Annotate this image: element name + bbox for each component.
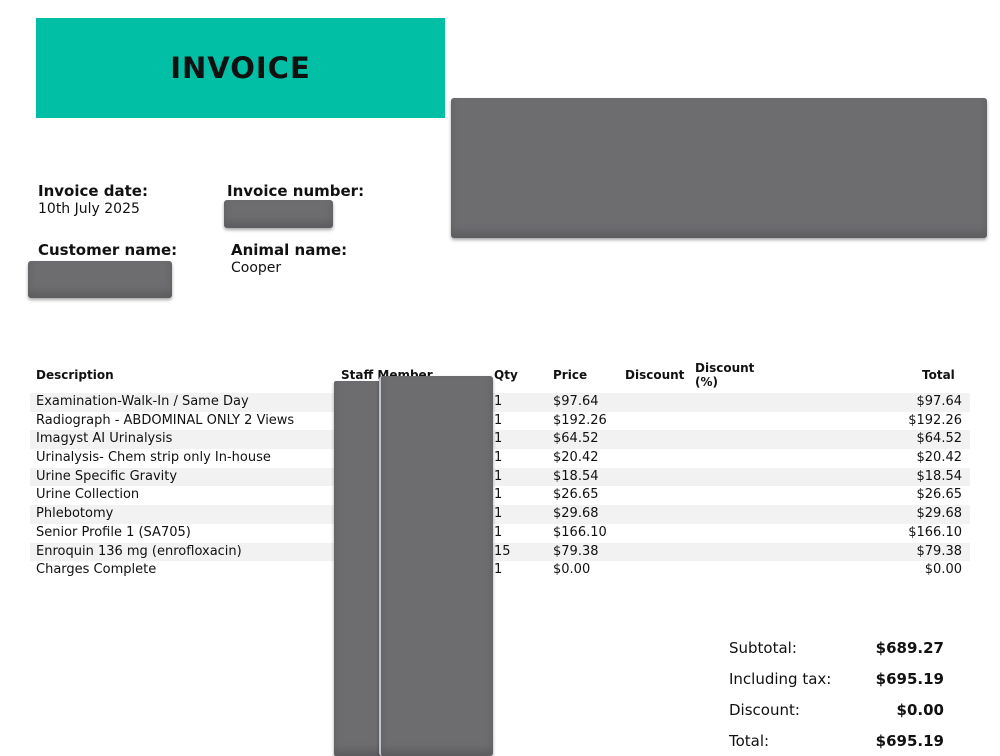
redacted-staff-column-b: [379, 376, 493, 756]
row-total: $64.52: [916, 431, 963, 447]
row-description: Urinalysis- Chem strip only In-house: [36, 450, 271, 466]
row-qty: 15: [494, 543, 511, 559]
row-price: $97.64: [553, 394, 599, 409]
row-price: $20.42: [553, 450, 599, 466]
row-total: $192.26: [908, 412, 962, 428]
invoice-date-label: Invoice date:: [38, 182, 148, 200]
table-row: Phlebotomy 1 $29.68 $29.68: [30, 505, 970, 524]
total-label: Total:: [729, 732, 770, 750]
row-qty: 1: [494, 506, 503, 522]
row-qty: 1: [494, 431, 503, 447]
row-price: $29.68: [553, 506, 599, 522]
customer-name-label: Customer name:: [38, 241, 178, 259]
including-tax-label: Including tax:: [729, 670, 832, 688]
row-description: Examination-Walk-In / Same Day: [36, 394, 249, 409]
table-row: Imagyst AI Urinalysis 1 $64.52 $64.52: [30, 430, 970, 450]
table-row: Charges Complete 1 $0.00 $0.00: [30, 561, 970, 580]
including-tax-value: $695.19: [875, 670, 944, 688]
animal-name-value: Cooper: [231, 260, 282, 276]
row-qty: 1: [494, 394, 503, 409]
row-qty: 1: [494, 487, 503, 503]
row-price: $18.54: [553, 468, 599, 484]
animal-name-label: Animal name:: [231, 241, 348, 259]
subtotal-label: Subtotal:: [729, 639, 797, 657]
row-description: Enroquin 136 mg (enrofloxacin): [36, 543, 242, 559]
invoice-date-value: 10th July 2025: [38, 201, 140, 217]
table-row: Urinalysis- Chem strip only In-house 1 $…: [30, 449, 970, 468]
row-price: $166.10: [553, 524, 607, 540]
redacted-customer-name: [28, 261, 172, 298]
row-total: $97.64: [916, 394, 963, 409]
row-qty: 1: [494, 450, 503, 466]
col-header-qty: Qty: [494, 368, 518, 382]
row-price: $0.00: [553, 562, 591, 578]
col-header-total: Total: [922, 368, 955, 382]
table-row: Enroquin 136 mg (enrofloxacin) 15 $79.38…: [30, 542, 970, 562]
row-description: Senior Profile 1 (SA705): [36, 524, 191, 540]
row-description: Radiograph - ABDOMINAL ONLY 2 Views: [36, 412, 295, 428]
table-row: Urine Specific Gravity 1 $18.54 $18.54: [30, 467, 970, 487]
row-total: $79.38: [916, 543, 963, 559]
col-header-discount-pct-line2: (%): [695, 375, 718, 389]
row-price: $79.38: [553, 543, 599, 559]
row-price: $192.26: [553, 412, 607, 428]
invoice-title: INVOICE: [170, 51, 311, 85]
row-price: $26.65: [553, 487, 599, 503]
row-total: $18.54: [916, 468, 963, 484]
row-description: Urine Collection: [36, 487, 140, 503]
row-total: $26.65: [916, 487, 963, 503]
col-header-discount: Discount: [625, 368, 685, 382]
row-description: Charges Complete: [36, 562, 157, 578]
row-total: $0.00: [924, 562, 962, 578]
row-description: Phlebotomy: [36, 506, 114, 522]
redacted-header-block: [451, 98, 987, 238]
invoice-number-label: Invoice number:: [227, 182, 365, 200]
row-qty: 1: [494, 562, 503, 578]
discount-label: Discount:: [729, 701, 800, 719]
table-row: Radiograph - ABDOMINAL ONLY 2 Views 1 $1…: [30, 412, 970, 431]
row-description: Imagyst AI Urinalysis: [36, 431, 173, 447]
line-items: Examination-Walk-In / Same Day 1 $97.64 …: [30, 393, 970, 580]
invoice-banner: INVOICE: [36, 18, 445, 118]
table-row: Examination-Walk-In / Same Day 1 $97.64 …: [30, 393, 970, 412]
table-row: Senior Profile 1 (SA705) 1 $166.10 $166.…: [30, 524, 970, 543]
col-header-discount-pct-line1: Discount: [695, 361, 755, 375]
col-header-description: Description: [36, 368, 114, 382]
row-total: $166.10: [908, 524, 962, 540]
table-row: Urine Collection 1 $26.65 $26.65: [30, 486, 970, 505]
row-qty: 1: [494, 524, 503, 540]
subtotal-value: $689.27: [875, 639, 944, 657]
redacted-invoice-number: [224, 200, 333, 228]
row-qty: 1: [494, 468, 503, 484]
total-value: $695.19: [875, 732, 944, 750]
discount-value: $0.00: [896, 701, 944, 719]
row-total: $29.68: [916, 506, 963, 522]
col-header-discount-pct: Discount (%): [695, 361, 754, 389]
col-header-price: Price: [553, 368, 588, 382]
row-qty: 1: [494, 412, 503, 428]
row-price: $64.52: [553, 431, 599, 447]
row-total: $20.42: [916, 450, 963, 466]
row-description: Urine Specific Gravity: [36, 468, 178, 484]
